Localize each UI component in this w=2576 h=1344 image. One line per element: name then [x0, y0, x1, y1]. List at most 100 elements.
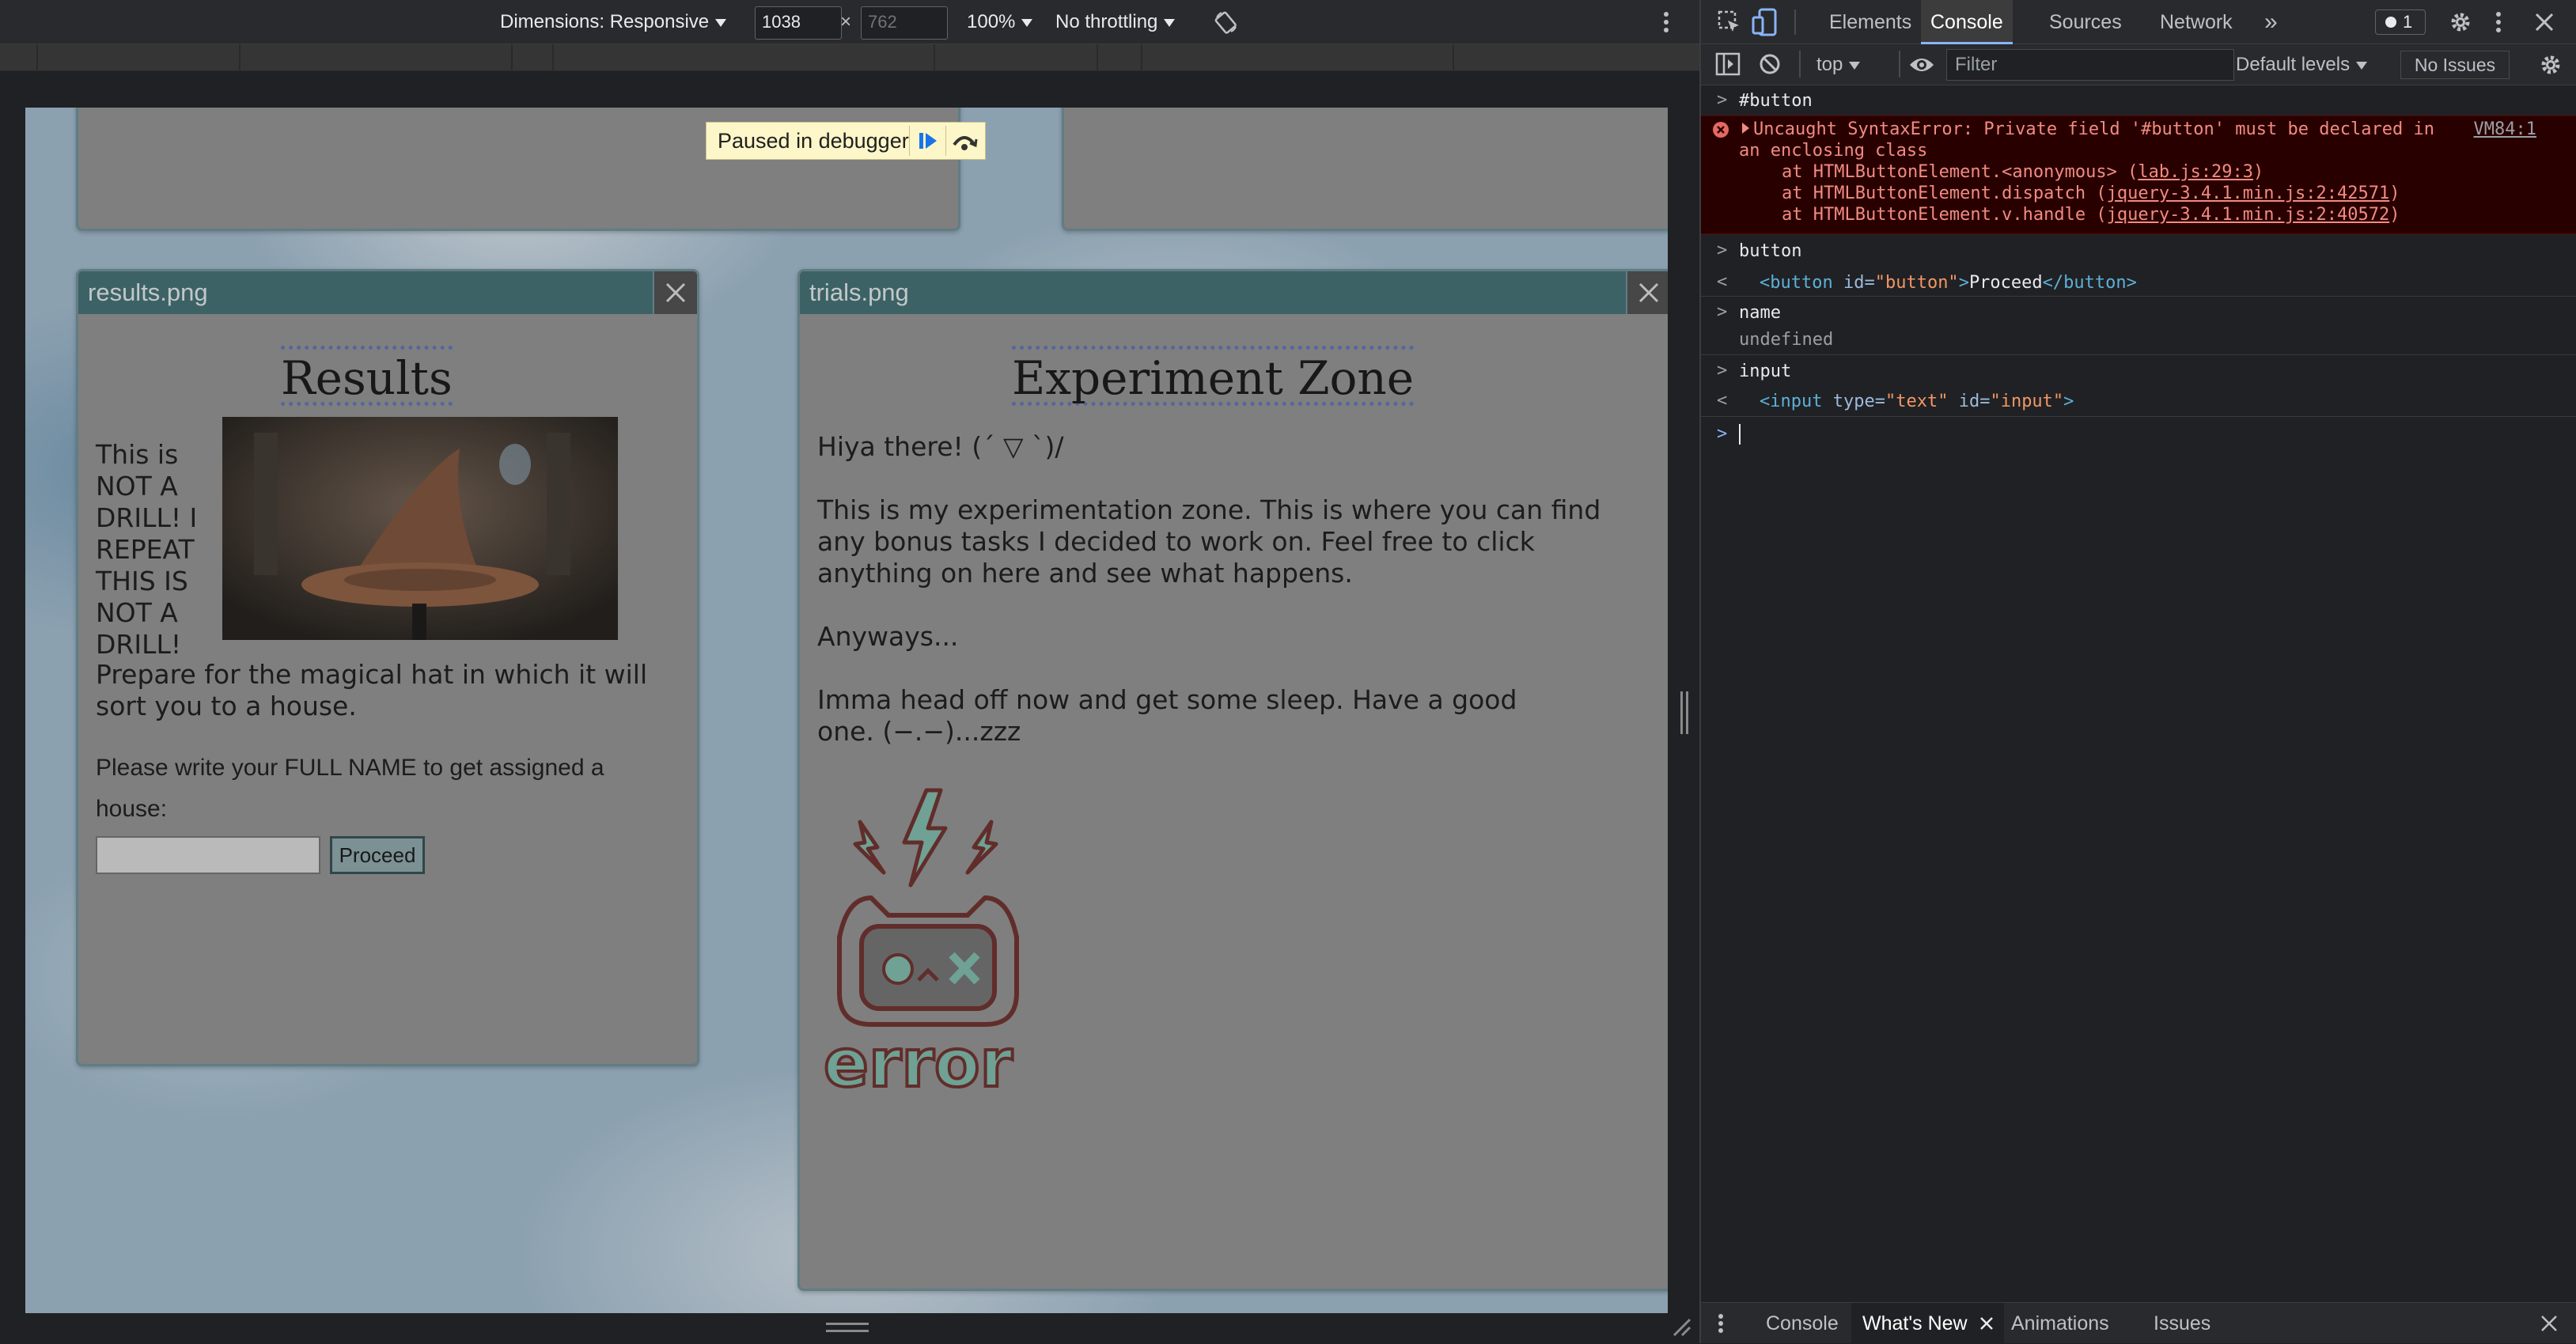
console-command: name — [1739, 303, 1781, 323]
console-input-row: > name undefined — [1701, 296, 2576, 355]
console-result-undefined: undefined — [1739, 330, 1834, 350]
drawer-tab-animations[interactable]: Animations — [2000, 1303, 2120, 1344]
close-drawer-icon[interactable] — [2540, 1314, 2559, 1333]
drawer-tab-whats-new-label: What's New — [1862, 1312, 1968, 1335]
results-side-text: This is NOT A DRILL! I REPEAT THIS IS NO… — [96, 439, 198, 660]
device-toggle-icon[interactable] — [1752, 8, 1779, 36]
console-result-button-element[interactable]: <button id="button">Proceed</button> — [1760, 273, 2137, 293]
expand-triangle-icon[interactable] — [1742, 123, 1749, 134]
clear-console-icon[interactable] — [1758, 52, 1782, 76]
prompt-chevron-icon: > — [1717, 424, 1728, 444]
dimensions-caret-icon — [715, 18, 727, 27]
corner-resize-icon[interactable] — [1671, 1316, 1691, 1337]
trials-close-button[interactable] — [1626, 271, 1668, 314]
device-toolbar-menu-icon[interactable] — [1661, 9, 1671, 35]
stack-frame-1: at HTMLButtonElement.<anonymous> (lab.js… — [1782, 162, 2264, 182]
text-caret — [1739, 424, 1741, 445]
width-input[interactable]: 1038 — [755, 6, 842, 40]
results-window-body: Results This is NOT A DRILL! I REPEAT TH… — [78, 314, 697, 1064]
drawer-tab-console[interactable]: Console — [1755, 1303, 1850, 1344]
throttle-dropdown[interactable]: No throttling — [1055, 11, 1176, 33]
step-over-button[interactable] — [945, 126, 983, 156]
full-name-input[interactable] — [96, 836, 320, 874]
console-toolbar: top Filter Default levels No Issues — [1701, 44, 2576, 85]
paused-label: Paused in debugger — [718, 129, 909, 153]
stack-link-2[interactable]: jquery-3.4.1.min.js:2:42571 — [2107, 184, 2390, 203]
tab-network[interactable]: Network — [2150, 0, 2242, 44]
throttle-label: No throttling — [1055, 11, 1158, 32]
trials-anyways-text: Anyways... — [817, 621, 959, 652]
top-right-window — [1062, 108, 1668, 231]
dimensions-label: Dimensions: Responsive — [500, 11, 710, 32]
no-issues-button[interactable]: No Issues — [2400, 51, 2510, 79]
issues-counter-button[interactable]: 1 — [2375, 9, 2426, 35]
dimension-times: × — [840, 11, 852, 32]
close-icon — [665, 282, 687, 304]
close-icon — [1638, 282, 1660, 304]
console-input-row: > input < <input type="text" id="input"> — [1701, 354, 2576, 417]
zoom-dropdown[interactable]: 100% — [967, 11, 1033, 33]
console-input-row: > button < <button id="button">Proceed</… — [1701, 233, 2576, 297]
log-levels-label: Default levels — [2236, 54, 2351, 75]
trials-intro-text: This is my experimentation zone. This is… — [817, 494, 1601, 589]
log-levels-dropdown[interactable]: Default levels — [2236, 54, 2368, 76]
resume-button[interactable] — [909, 126, 946, 156]
close-tab-icon[interactable] — [1979, 1316, 1995, 1331]
settings-gear-icon[interactable] — [2448, 9, 2473, 35]
more-tabs-button[interactable]: » — [2255, 0, 2287, 44]
tab-console[interactable]: Console — [1921, 0, 2013, 44]
devtools-menu-icon[interactable] — [2494, 9, 2503, 35]
console-command: #button — [1739, 91, 1813, 111]
console-result-input-element[interactable]: <input type="text" id="input"> — [1760, 392, 2074, 411]
drawer-menu-icon[interactable] — [1717, 1312, 1725, 1335]
results-heading: Results — [281, 346, 453, 406]
input-chevron-icon: > — [1717, 90, 1728, 110]
step-over-icon — [951, 131, 978, 151]
error-robot-image: error — [816, 787, 1045, 1096]
height-input[interactable]: 762 — [861, 6, 948, 40]
viewport-side-resize-handle[interactable] — [1680, 691, 1688, 734]
rotate-icon[interactable] — [1214, 9, 1239, 35]
error-text-line2: an enclosing class — [1739, 141, 1928, 161]
viewport-bottom-resize-handle[interactable] — [826, 1323, 869, 1332]
dimensions-dropdown[interactable]: Dimensions: Responsive — [500, 11, 727, 33]
stack-frame-3: at HTMLButtonElement.v.handle (jquery-3.… — [1782, 205, 2400, 225]
error-source-link[interactable]: VM84:1 — [2474, 119, 2536, 139]
close-devtools-icon[interactable] — [2533, 11, 2555, 33]
trials-window: trials.png Experiment Zone Hiya there! (… — [797, 269, 1668, 1291]
stack-link-3[interactable]: jquery-3.4.1.min.js:2:40572 — [2107, 205, 2390, 225]
sidebar-toggle-icon[interactable] — [1715, 52, 1741, 76]
trials-greeting: Hiya there! (´ ▽ `)/ — [817, 431, 1064, 462]
stack-link-1[interactable]: lab.js:29:3 — [2138, 162, 2253, 182]
paused-in-debugger-badge: Paused in debugger — [706, 122, 986, 160]
resume-icon — [918, 131, 938, 150]
drawer-tab-issues[interactable]: Issues — [2142, 1303, 2222, 1344]
error-image-caption: error — [824, 1024, 1013, 1096]
console-settings-gear-icon[interactable] — [2538, 52, 2563, 78]
tab-sources[interactable]: Sources — [2040, 0, 2131, 44]
trials-window-body: Experiment Zone Hiya there! (´ ▽ `)/ Thi… — [800, 314, 1668, 1289]
drawer-tab-whats-new[interactable]: What's New — [1851, 1303, 2004, 1344]
inspect-element-icon[interactable] — [1717, 9, 1742, 35]
results-close-button[interactable] — [653, 271, 697, 314]
tab-elements[interactable]: Elements — [1820, 0, 1921, 44]
zoom-caret-icon — [1021, 18, 1033, 27]
proceed-button[interactable]: Proceed — [330, 836, 425, 874]
context-selector[interactable]: top — [1816, 54, 1861, 76]
issues-count: 1 — [2403, 12, 2413, 32]
console-output[interactable]: > #button Uncaught SyntaxError: Private … — [1701, 85, 2576, 1304]
live-expression-eye-icon[interactable] — [1908, 54, 1935, 76]
devtools-tab-bar: Elements Console Sources Network » 1 — [1701, 0, 2576, 44]
emulated-viewport: results.png Results This is NOT A DRILL!… — [25, 108, 1668, 1313]
context-caret-icon — [1849, 61, 1861, 70]
media-query-bar[interactable] — [0, 44, 1699, 71]
trials-window-title: trials.png — [800, 271, 1668, 314]
console-filter-input[interactable]: Filter — [1946, 49, 2234, 81]
console-prompt-input[interactable]: > — [1701, 416, 2576, 451]
sorting-hat-image — [222, 417, 618, 640]
device-toolbar: Dimensions: Responsive 1038 × 762 100% N… — [0, 0, 1699, 44]
trials-heading: Experiment Zone — [1012, 346, 1415, 406]
input-chevron-icon: > — [1717, 240, 1728, 260]
error-text-line1: Uncaught SyntaxError: Private field '#bu… — [1753, 119, 2434, 139]
result-chevron-icon: < — [1717, 391, 1728, 411]
